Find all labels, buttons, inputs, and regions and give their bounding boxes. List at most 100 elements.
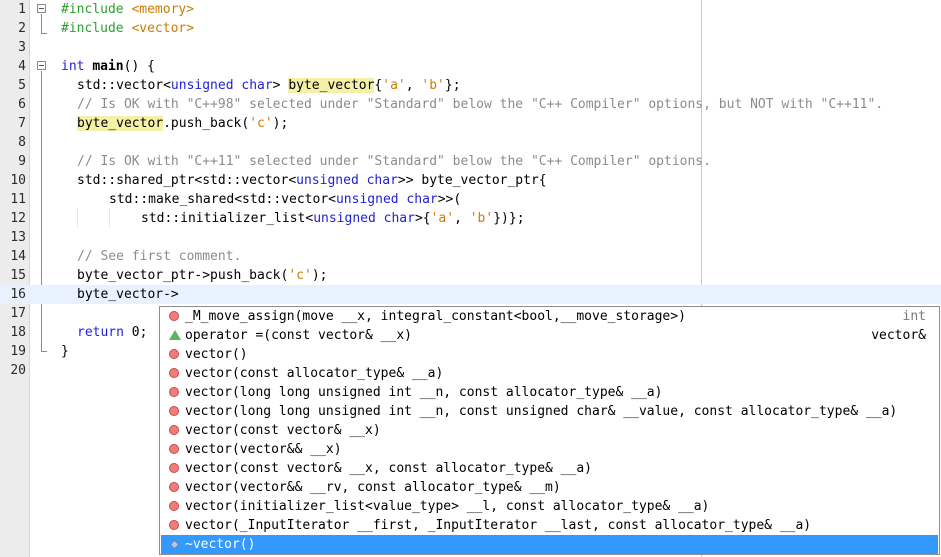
code-text: })};: [493, 211, 525, 226]
line-number: 10: [10, 173, 26, 188]
line-number: 7: [18, 116, 26, 131]
method-icon: [169, 520, 179, 530]
comment: // See first comment.: [77, 249, 242, 264]
completion-item[interactable]: vector(const vector& __x): [161, 421, 938, 440]
code-line: 8: [0, 133, 941, 152]
line-number: 4: [18, 59, 26, 74]
method-icon: [169, 406, 179, 416]
code-line: 1 #include <memory>: [0, 0, 941, 19]
code-text: std::shared_ptr<std::vector<: [77, 173, 297, 188]
code-line: 2 #include <vector>: [0, 19, 941, 38]
line-number: 8: [18, 135, 26, 150]
code-text: ,: [454, 211, 470, 226]
method-icon: [169, 425, 179, 435]
code-line: 10 std::shared_ptr<std::vector<unsigned …: [0, 171, 941, 190]
code-text: );: [272, 116, 289, 131]
line-number: 20: [10, 363, 26, 378]
method-icon: [169, 368, 179, 378]
line-number: 14: [10, 249, 26, 264]
preprocessor-directive: #include: [61, 21, 124, 36]
char-literal: 'c': [249, 116, 273, 131]
code-line: 3: [0, 38, 941, 57]
completion-item[interactable]: vector(vector&& __rv, const allocator_ty…: [161, 478, 938, 497]
code-text: >{: [414, 211, 431, 226]
completion-item[interactable]: _M_move_assign(move __x, integral_consta…: [161, 307, 938, 326]
code-line: 6 // Is OK with "C++98" selected under "…: [0, 95, 941, 114]
keyword: unsigned char: [313, 211, 415, 226]
completion-item[interactable]: vector(_InputIterator __first, _InputIte…: [161, 516, 938, 535]
method-icon: [169, 463, 179, 473]
completion-signature: vector(initializer_list<value_type> __l,…: [185, 499, 710, 514]
completion-signature: vector(vector&& __x): [185, 442, 342, 457]
code-text: );: [311, 268, 328, 283]
code-text: std::vector<: [77, 78, 171, 93]
line-number: 5: [18, 78, 26, 93]
code-line: 9 // Is OK with "C++11" selected under "…: [0, 152, 941, 171]
code-line: 5 std::vector<unsigned char> byte_vector…: [0, 76, 941, 95]
operator-icon: [169, 330, 181, 340]
completion-item[interactable]: ~vector(): [161, 535, 938, 554]
line-number: 18: [10, 325, 26, 340]
line-number: 13: [10, 230, 26, 245]
completion-signature: vector(const allocator_type& __a): [185, 366, 444, 381]
line-number: 6: [18, 97, 26, 112]
preprocessor-directive: #include: [61, 2, 124, 17]
code-line: 11 std::make_shared<std::vector<unsigned…: [0, 190, 941, 209]
keyword: return: [77, 325, 124, 340]
comment: // Is OK with "C++11" selected under "St…: [77, 154, 711, 169]
code-completion-popup[interactable]: _M_move_assign(move __x, integral_consta…: [159, 306, 940, 555]
completion-item[interactable]: vector(long long unsigned int __n, const…: [161, 402, 938, 421]
indent-guide: [109, 209, 110, 228]
completion-item[interactable]: operator =(const vector& __x) vector&: [161, 326, 938, 345]
char-literal: 'a': [430, 211, 455, 226]
completion-signature: vector(long long unsigned int __n, const…: [185, 404, 898, 419]
highlighted-identifier: byte_vector: [77, 116, 164, 131]
completion-signature: vector(const vector& __x): [185, 423, 381, 438]
keyword: unsigned char: [335, 192, 438, 207]
method-icon: [169, 311, 179, 321]
keyword: unsigned char: [296, 173, 398, 188]
code-line: 7 byte_vector.push_back('c');: [0, 114, 941, 133]
code-text: }: [61, 344, 69, 359]
code-text: () {: [123, 59, 155, 74]
function-name: main: [92, 59, 124, 74]
completion-item[interactable]: vector(long long unsigned int __n, const…: [161, 383, 938, 402]
keyword: unsigned char: [170, 78, 273, 93]
code-line: 13: [0, 228, 941, 247]
completion-item[interactable]: vector(): [161, 345, 938, 364]
completion-signature: ~vector(): [185, 537, 256, 552]
code-text: };: [444, 78, 461, 93]
char-literal: 'b': [421, 78, 445, 93]
current-line: 16 byte_vector->: [0, 285, 941, 304]
code-text: byte_vector_ptr->push_back(: [77, 268, 289, 283]
completion-signature: vector(_InputIterator __first, _InputIte…: [185, 518, 812, 533]
char-literal: 'b': [469, 211, 494, 226]
destructor-icon: [169, 539, 180, 550]
method-icon: [169, 444, 179, 454]
line-number: 11: [10, 192, 26, 207]
code-line: 12 std::initializer_list<unsigned char>{…: [0, 209, 941, 228]
code-line: 4 int main() {: [0, 57, 941, 76]
completion-signature: vector(long long unsigned int __n, const…: [185, 385, 663, 400]
completion-signature: operator =(const vector& __x): [185, 328, 412, 343]
code-line: 15 byte_vector_ptr->push_back('c');: [0, 266, 941, 285]
completion-item[interactable]: vector(const vector& __x, const allocato…: [161, 459, 938, 478]
highlighted-identifier: byte_vector: [288, 78, 375, 93]
method-icon: [169, 482, 179, 492]
line-number: 1: [18, 2, 26, 17]
code-text: ,: [405, 78, 422, 93]
completion-item[interactable]: vector(const allocator_type& __a): [161, 364, 938, 383]
completion-signature: vector(): [185, 347, 248, 362]
line-number: 12: [10, 211, 26, 226]
completion-signature: vector(vector&& __rv, const allocator_ty…: [185, 480, 561, 495]
completion-item[interactable]: vector(initializer_list<value_type> __l,…: [161, 497, 938, 516]
code-text: .push_back(: [163, 116, 250, 131]
code-text: 0;: [123, 325, 148, 340]
char-literal: 'a': [382, 78, 406, 93]
include-file: <memory>: [131, 2, 195, 17]
line-number: 16: [10, 287, 26, 302]
completion-signature: _M_move_assign(move __x, integral_consta…: [185, 309, 686, 324]
line-number: 19: [10, 344, 26, 359]
completion-item[interactable]: vector(vector&& __x): [161, 440, 938, 459]
code-text: >: [272, 78, 289, 93]
